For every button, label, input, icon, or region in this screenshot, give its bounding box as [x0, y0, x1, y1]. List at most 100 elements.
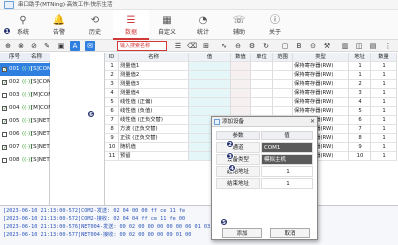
grid-cell[interactable]: 随机值: [119, 143, 189, 152]
grid-cell[interactable]: [189, 80, 231, 89]
grid-cell[interactable]: 线性值 (负值): [119, 107, 189, 116]
grid-cell[interactable]: [273, 107, 293, 116]
grid-cell[interactable]: 保持寄存器(RW): [293, 89, 349, 98]
grid-cell[interactable]: 测量值4: [119, 89, 189, 98]
grid-cell[interactable]: [273, 98, 293, 107]
grid-header[interactable]: 名称: [119, 53, 189, 62]
grid-cell[interactable]: 1: [371, 107, 397, 116]
device-checkbox[interactable]: [2, 158, 7, 163]
menu-about[interactable]: ⓘ 关于: [257, 10, 293, 40]
grid-cell[interactable]: [231, 89, 251, 98]
grid-cell[interactable]: 正弦 (正负交替): [119, 134, 189, 143]
stop-icon[interactable]: ⊖: [233, 41, 243, 51]
grid-cell[interactable]: 2: [105, 71, 119, 80]
grid-cell[interactable]: [189, 89, 231, 98]
grid-header[interactable]: 范围: [273, 53, 293, 62]
dialog-field-value[interactable]: 模拟主机: [261, 154, 313, 165]
grid-cell[interactable]: 保持寄存器(RW): [293, 71, 349, 80]
grid-cell[interactable]: 保持寄存器(RW): [293, 98, 349, 107]
grid-cell[interactable]: 10: [349, 152, 371, 161]
bold-icon[interactable]: B: [294, 41, 304, 51]
grid-cell[interactable]: [189, 107, 231, 116]
grid-header[interactable]: 地址: [349, 53, 371, 62]
grid-cell[interactable]: [273, 62, 293, 71]
grid-cell[interactable]: 10: [105, 143, 119, 152]
grid-cell[interactable]: [231, 80, 251, 89]
layout-icon[interactable]: ▥: [340, 41, 350, 51]
grid-cell[interactable]: 1: [371, 71, 397, 80]
grid-cell[interactable]: 1: [371, 98, 397, 107]
device-row[interactable]: ✓001((·))[S]COM1-001: [0, 63, 50, 76]
menu-data[interactable]: ☰ 数据: [113, 10, 149, 40]
grid-cell[interactable]: [231, 107, 251, 116]
device-checkbox[interactable]: ✓: [2, 80, 7, 86]
grid-cell[interactable]: 1: [371, 62, 397, 71]
grid-cell[interactable]: 3: [105, 80, 119, 89]
refresh-icon[interactable]: ↻: [261, 41, 271, 51]
settings-icon[interactable]: ⚙: [247, 41, 257, 51]
grid-cell[interactable]: 9: [349, 143, 371, 152]
list-icon[interactable]: ☰: [173, 41, 183, 51]
grid-cell[interactable]: 1: [371, 116, 397, 125]
grid-cell[interactable]: [251, 80, 273, 89]
grid-cell[interactable]: [251, 107, 273, 116]
add-button[interactable]: 添加: [222, 228, 262, 238]
menu-history[interactable]: ⟲ 历史: [77, 10, 113, 40]
grid-cell[interactable]: [231, 98, 251, 107]
grid-cell[interactable]: 1: [371, 152, 397, 161]
more-icon[interactable]: ⋮: [383, 41, 393, 51]
grid-cell[interactable]: [231, 71, 251, 80]
device-row[interactable]: 008((·))[S]NET004-001: [0, 154, 50, 167]
grid-cell[interactable]: 线性值 (正偏): [119, 98, 189, 107]
grid-cell[interactable]: 6: [349, 116, 371, 125]
grid-header[interactable]: 类型: [293, 53, 349, 62]
grid-cell[interactable]: 7: [105, 116, 119, 125]
grid-cell[interactable]: 测量值2: [119, 71, 189, 80]
grid-cell[interactable]: 测量值1: [119, 62, 189, 71]
grid-cell[interactable]: 1: [349, 71, 371, 80]
edit-icon[interactable]: ✎: [42, 41, 52, 51]
menu-bell[interactable]: 🔔 告警: [41, 10, 77, 40]
window-icon[interactable]: ▤: [368, 41, 378, 51]
grid-cell[interactable]: 1: [371, 143, 397, 152]
grid-cell[interactable]: [273, 71, 293, 80]
device-row[interactable]: ✓007((·))[S]NET007-001: [0, 141, 50, 154]
grid-cell[interactable]: 3: [349, 89, 371, 98]
grid-cell[interactable]: 2: [349, 80, 371, 89]
save-icon[interactable]: ▣: [56, 41, 66, 51]
split-icon[interactable]: ◫: [354, 41, 364, 51]
grid-cell[interactable]: 线性值 (正负交替): [119, 116, 189, 125]
grid-cell[interactable]: 1: [349, 62, 371, 71]
grid-cell[interactable]: 8: [349, 134, 371, 143]
clear-icon[interactable]: ⊘: [29, 41, 39, 51]
grid-header[interactable]: 单位: [251, 53, 273, 62]
grid-header[interactable]: ID: [105, 53, 119, 62]
grid-header[interactable]: 值: [189, 53, 231, 62]
box-icon[interactable]: ▢: [280, 41, 290, 51]
grid-cell[interactable]: 5: [105, 98, 119, 107]
text-mode-icon[interactable]: A: [70, 41, 80, 51]
grid-cell[interactable]: [189, 62, 231, 71]
dialog-field-value[interactable]: COM1: [261, 142, 313, 153]
grid-cell[interactable]: [251, 98, 273, 107]
device-row[interactable]: 006((·))[S]NET002-006: [0, 128, 50, 141]
grid-cell[interactable]: 1: [371, 80, 397, 89]
grid-cell[interactable]: [189, 71, 231, 80]
grid-cell[interactable]: 11: [105, 152, 119, 161]
device-checkbox[interactable]: ✓: [2, 67, 7, 73]
device-checkbox[interactable]: ✓: [2, 106, 7, 112]
delete-icon[interactable]: ⊗: [16, 41, 26, 51]
hex-mode-icon[interactable]: ✉: [85, 41, 95, 51]
grid-cell[interactable]: 1: [105, 62, 119, 71]
device-checkbox[interactable]: ✓: [2, 145, 7, 151]
grid-cell[interactable]: 9: [105, 134, 119, 143]
cancel-button[interactable]: 取消: [270, 228, 310, 238]
grid-cell[interactable]: [251, 89, 273, 98]
device-row[interactable]: ✓004((·))[M]COM2-002: [0, 102, 50, 115]
grid-cell[interactable]: 4: [349, 98, 371, 107]
close-icon[interactable]: ✕: [308, 117, 317, 127]
grid-cell[interactable]: 保持寄存器(RW): [293, 62, 349, 71]
grid-header[interactable]: 数量: [371, 53, 397, 62]
dialog-field-value[interactable]: 1: [261, 166, 313, 177]
pin-icon[interactable]: ⊙: [308, 41, 318, 51]
